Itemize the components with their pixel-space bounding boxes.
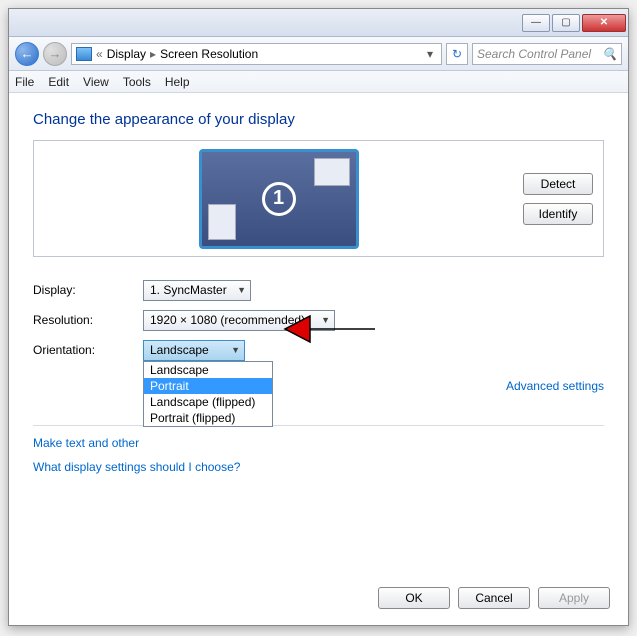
dialog-footer: OK Cancel Apply (378, 587, 610, 609)
monitor-preview-wrap: 1 (44, 149, 513, 249)
orientation-dropdown: Landscape Portrait Landscape (flipped) P… (143, 361, 273, 427)
maximize-button[interactable]: ▢ (552, 14, 580, 32)
advanced-settings-link[interactable]: Advanced settings (33, 379, 604, 393)
chevron-down-icon: ▼ (321, 315, 330, 325)
what-settings-link[interactable]: What display settings should I choose? (33, 460, 604, 474)
search-input[interactable]: Search Control Panel 🔍 (472, 43, 622, 65)
display-value: 1. SyncMaster (150, 283, 227, 297)
menu-help[interactable]: Help (165, 75, 190, 89)
divider (33, 425, 604, 426)
menu-file[interactable]: File (15, 75, 34, 89)
display-preview-box: 1 Detect Identify (33, 140, 604, 257)
control-panel-icon (76, 47, 92, 61)
close-button[interactable]: ✕ (582, 14, 626, 32)
cancel-button[interactable]: Cancel (458, 587, 530, 609)
detect-button[interactable]: Detect (523, 173, 593, 195)
monitor-number: 1 (262, 182, 296, 216)
settings-form: Display: 1. SyncMaster ▼ Resolution: 192… (33, 275, 604, 365)
page-title: Change the appearance of your display (33, 111, 604, 128)
search-placeholder: Search Control Panel (477, 47, 591, 61)
orientation-label: Orientation: (33, 343, 143, 357)
breadcrumb-item-screenres[interactable]: Screen Resolution (160, 47, 258, 61)
menu-view[interactable]: View (83, 75, 109, 89)
monitor-preview[interactable]: 1 (199, 149, 359, 249)
breadcrumb-item-display[interactable]: Display (107, 47, 146, 61)
orientation-value: Landscape (150, 343, 209, 357)
preview-window-icon (208, 204, 236, 240)
identify-button[interactable]: Identify (523, 203, 593, 225)
display-select[interactable]: 1. SyncMaster ▼ (143, 280, 251, 301)
content-pane: Change the appearance of your display 1 … (9, 93, 628, 486)
control-panel-window: — ▢ ✕ ← → « Display ▸ Screen Resolution … (8, 8, 629, 626)
chevron-right-icon: ▸ (148, 47, 158, 61)
orientation-select[interactable]: Landscape ▼ Landscape Portrait Landscape… (143, 340, 245, 361)
chevron-down-icon: ▼ (237, 285, 246, 295)
resolution-label: Resolution: (33, 313, 143, 327)
breadcrumb-sep: « (94, 47, 105, 61)
minimize-button[interactable]: — (522, 14, 550, 32)
breadcrumb[interactable]: « Display ▸ Screen Resolution ▾ (71, 43, 442, 65)
resolution-select[interactable]: 1920 × 1080 (recommended) ▼ (143, 310, 335, 331)
preview-window-icon (314, 158, 350, 186)
orientation-option-portrait[interactable]: Portrait (144, 378, 272, 394)
forward-button[interactable]: → (43, 42, 67, 66)
menu-edit[interactable]: Edit (48, 75, 69, 89)
refresh-button[interactable]: ↻ (446, 43, 468, 65)
orientation-option-portrait-flipped[interactable]: Portrait (flipped) (144, 410, 272, 426)
make-text-link[interactable]: Make text and other (33, 436, 604, 450)
menu-tools[interactable]: Tools (123, 75, 151, 89)
orientation-option-landscape[interactable]: Landscape (144, 362, 272, 378)
chevron-down-icon: ▼ (231, 345, 240, 355)
menu-bar: File Edit View Tools Help (9, 71, 628, 93)
ok-button[interactable]: OK (378, 587, 450, 609)
display-label: Display: (33, 283, 143, 297)
titlebar: — ▢ ✕ (9, 9, 628, 37)
orientation-option-landscape-flipped[interactable]: Landscape (flipped) (144, 394, 272, 410)
nav-bar: ← → « Display ▸ Screen Resolution ▾ ↻ Se… (9, 37, 628, 71)
resolution-value: 1920 × 1080 (recommended) (150, 313, 305, 327)
apply-button[interactable]: Apply (538, 587, 610, 609)
breadcrumb-dropdown[interactable]: ▾ (423, 47, 437, 61)
preview-buttons: Detect Identify (523, 173, 593, 225)
search-icon: 🔍 (602, 47, 617, 61)
back-button[interactable]: ← (15, 42, 39, 66)
